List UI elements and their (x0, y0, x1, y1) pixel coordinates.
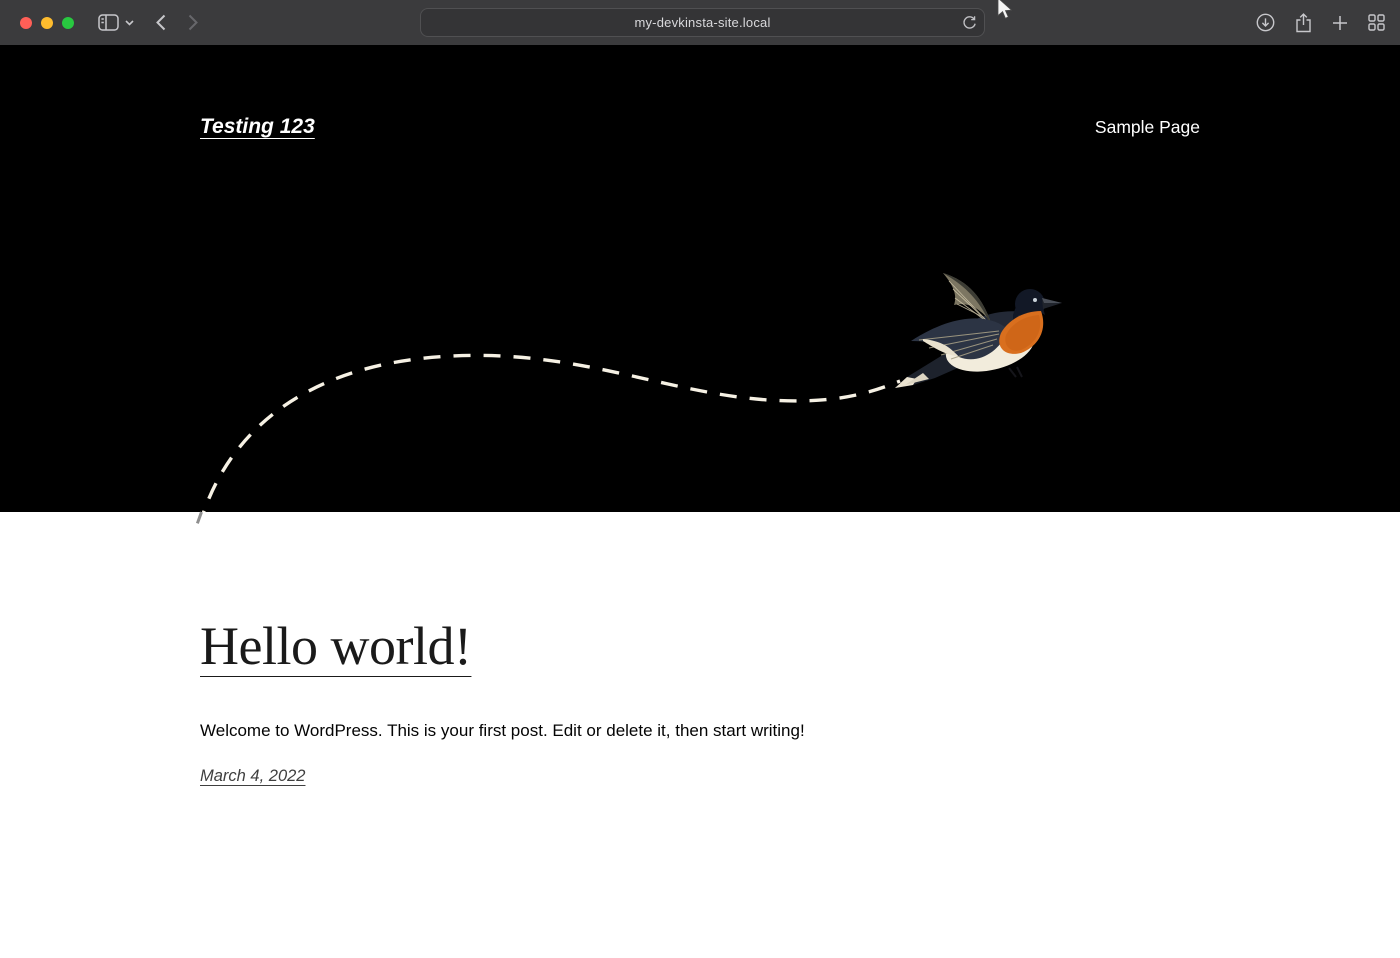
reload-icon (962, 15, 977, 31)
nav-item-sample-page[interactable]: Sample Page (1095, 117, 1200, 137)
sidebar-menu-button[interactable] (125, 20, 134, 26)
url-text[interactable]: my-devkinsta-site.local (634, 15, 770, 30)
reload-button[interactable] (962, 15, 977, 31)
post-body-text: Welcome to WordPress. This is your first… (200, 717, 940, 744)
share-button[interactable] (1295, 13, 1312, 33)
post-content-area: Hello world! Welcome to WordPress. This … (0, 512, 1400, 958)
back-icon (156, 14, 166, 31)
post-title-link[interactable]: Hello world! (200, 615, 471, 677)
bird-illustration (893, 271, 1063, 395)
post-date-link[interactable]: March 4, 2022 (200, 767, 305, 786)
site-hero: Testing 123 Sample Page (0, 45, 1400, 512)
window-controls (20, 17, 74, 29)
forward-button[interactable] (188, 14, 198, 31)
tab-overview-button[interactable] (1368, 14, 1385, 31)
sidebar-icon (98, 14, 119, 31)
sidebar-controls (98, 14, 134, 31)
tab-overview-icon (1368, 14, 1385, 31)
minimize-window-button[interactable] (41, 17, 53, 29)
new-tab-button[interactable] (1332, 15, 1348, 31)
sidebar-toggle-button[interactable] (98, 14, 119, 31)
share-icon (1295, 13, 1312, 33)
downloads-button[interactable] (1256, 13, 1275, 32)
back-button[interactable] (156, 14, 166, 31)
site-nav: Sample Page (1095, 116, 1200, 139)
history-navigation (156, 14, 198, 31)
fullscreen-window-button[interactable] (62, 17, 74, 29)
mouse-cursor-icon (996, 0, 1012, 26)
browser-toolbar: my-devkinsta-site.local (0, 0, 1400, 45)
new-tab-icon (1332, 15, 1348, 31)
address-bar[interactable]: my-devkinsta-site.local (420, 8, 985, 37)
site-header: Testing 123 Sample Page (0, 45, 1400, 140)
downloads-icon (1256, 13, 1275, 32)
chevron-down-icon (125, 20, 134, 26)
browser-window: my-devkinsta-site.local (0, 0, 1400, 958)
toolbar-right-icons (1256, 13, 1385, 33)
close-window-button[interactable] (20, 17, 32, 29)
site-title-link[interactable]: Testing 123 (200, 113, 315, 140)
forward-icon (188, 14, 198, 31)
